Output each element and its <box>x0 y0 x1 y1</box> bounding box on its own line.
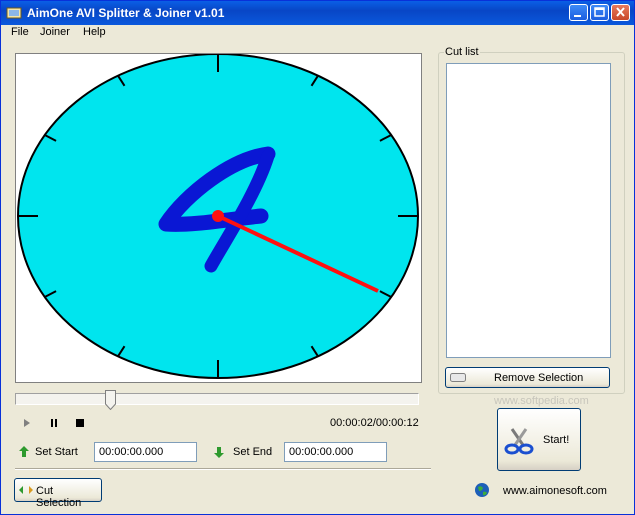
maximize-button[interactable] <box>590 4 609 21</box>
menu-file[interactable]: File <box>11 26 29 38</box>
down-arrow-icon <box>214 447 224 458</box>
clock-frame <box>17 53 419 379</box>
time-display: 00:00:02/00:00:12 <box>330 417 419 429</box>
menu-bar: File Joiner Help <box>1 25 634 41</box>
position-slider[interactable] <box>15 393 419 405</box>
play-icon[interactable] <box>19 415 35 431</box>
cut-arrows-icon <box>19 486 33 494</box>
remove-icon <box>450 373 466 382</box>
separator <box>15 468 431 470</box>
remove-selection-label: Remove Selection <box>494 372 584 384</box>
website-link[interactable]: www.aimonesoft.com <box>503 485 607 497</box>
start-label: Start! <box>543 434 570 446</box>
menu-joiner[interactable]: Joiner <box>40 26 70 38</box>
start-time-field[interactable] <box>94 442 197 462</box>
app-window: AimOne AVI Splitter & Joiner v1.01 File … <box>0 0 635 515</box>
close-icon <box>616 7 625 17</box>
close-button[interactable] <box>611 4 630 21</box>
title-bar[interactable]: AimOne AVI Splitter & Joiner v1.01 <box>1 1 634 25</box>
cut-list-title: Cut list <box>444 46 480 58</box>
clock-center <box>212 210 224 222</box>
slider-thumb[interactable] <box>105 390 116 410</box>
watermark: www.softpedia.com <box>494 395 589 407</box>
globe-icon <box>475 483 489 497</box>
start-button[interactable]: Start! <box>497 408 581 471</box>
app-icon <box>6 7 22 19</box>
cut-selection-button[interactable]: Cut Selection <box>14 478 102 509</box>
minimize-button[interactable] <box>569 4 588 21</box>
window-title: AimOne AVI Splitter & Joiner v1.01 <box>27 6 225 20</box>
remove-selection-button[interactable]: Remove Selection <box>445 367 610 388</box>
end-time-field[interactable] <box>284 442 387 462</box>
set-end-label[interactable]: Set End <box>233 446 272 458</box>
set-start-label[interactable]: Set Start <box>35 446 78 458</box>
cut-list[interactable] <box>446 63 611 358</box>
scissors-icon <box>504 428 534 455</box>
menu-help[interactable]: Help <box>83 26 106 38</box>
video-preview <box>15 53 422 383</box>
pause-icon[interactable] <box>46 415 62 431</box>
cut-selection-label: Cut Selection <box>36 485 82 509</box>
minimize-icon <box>574 15 581 17</box>
up-arrow-icon <box>19 446 29 457</box>
maximize-icon <box>594 7 605 17</box>
stop-icon[interactable] <box>72 415 88 431</box>
